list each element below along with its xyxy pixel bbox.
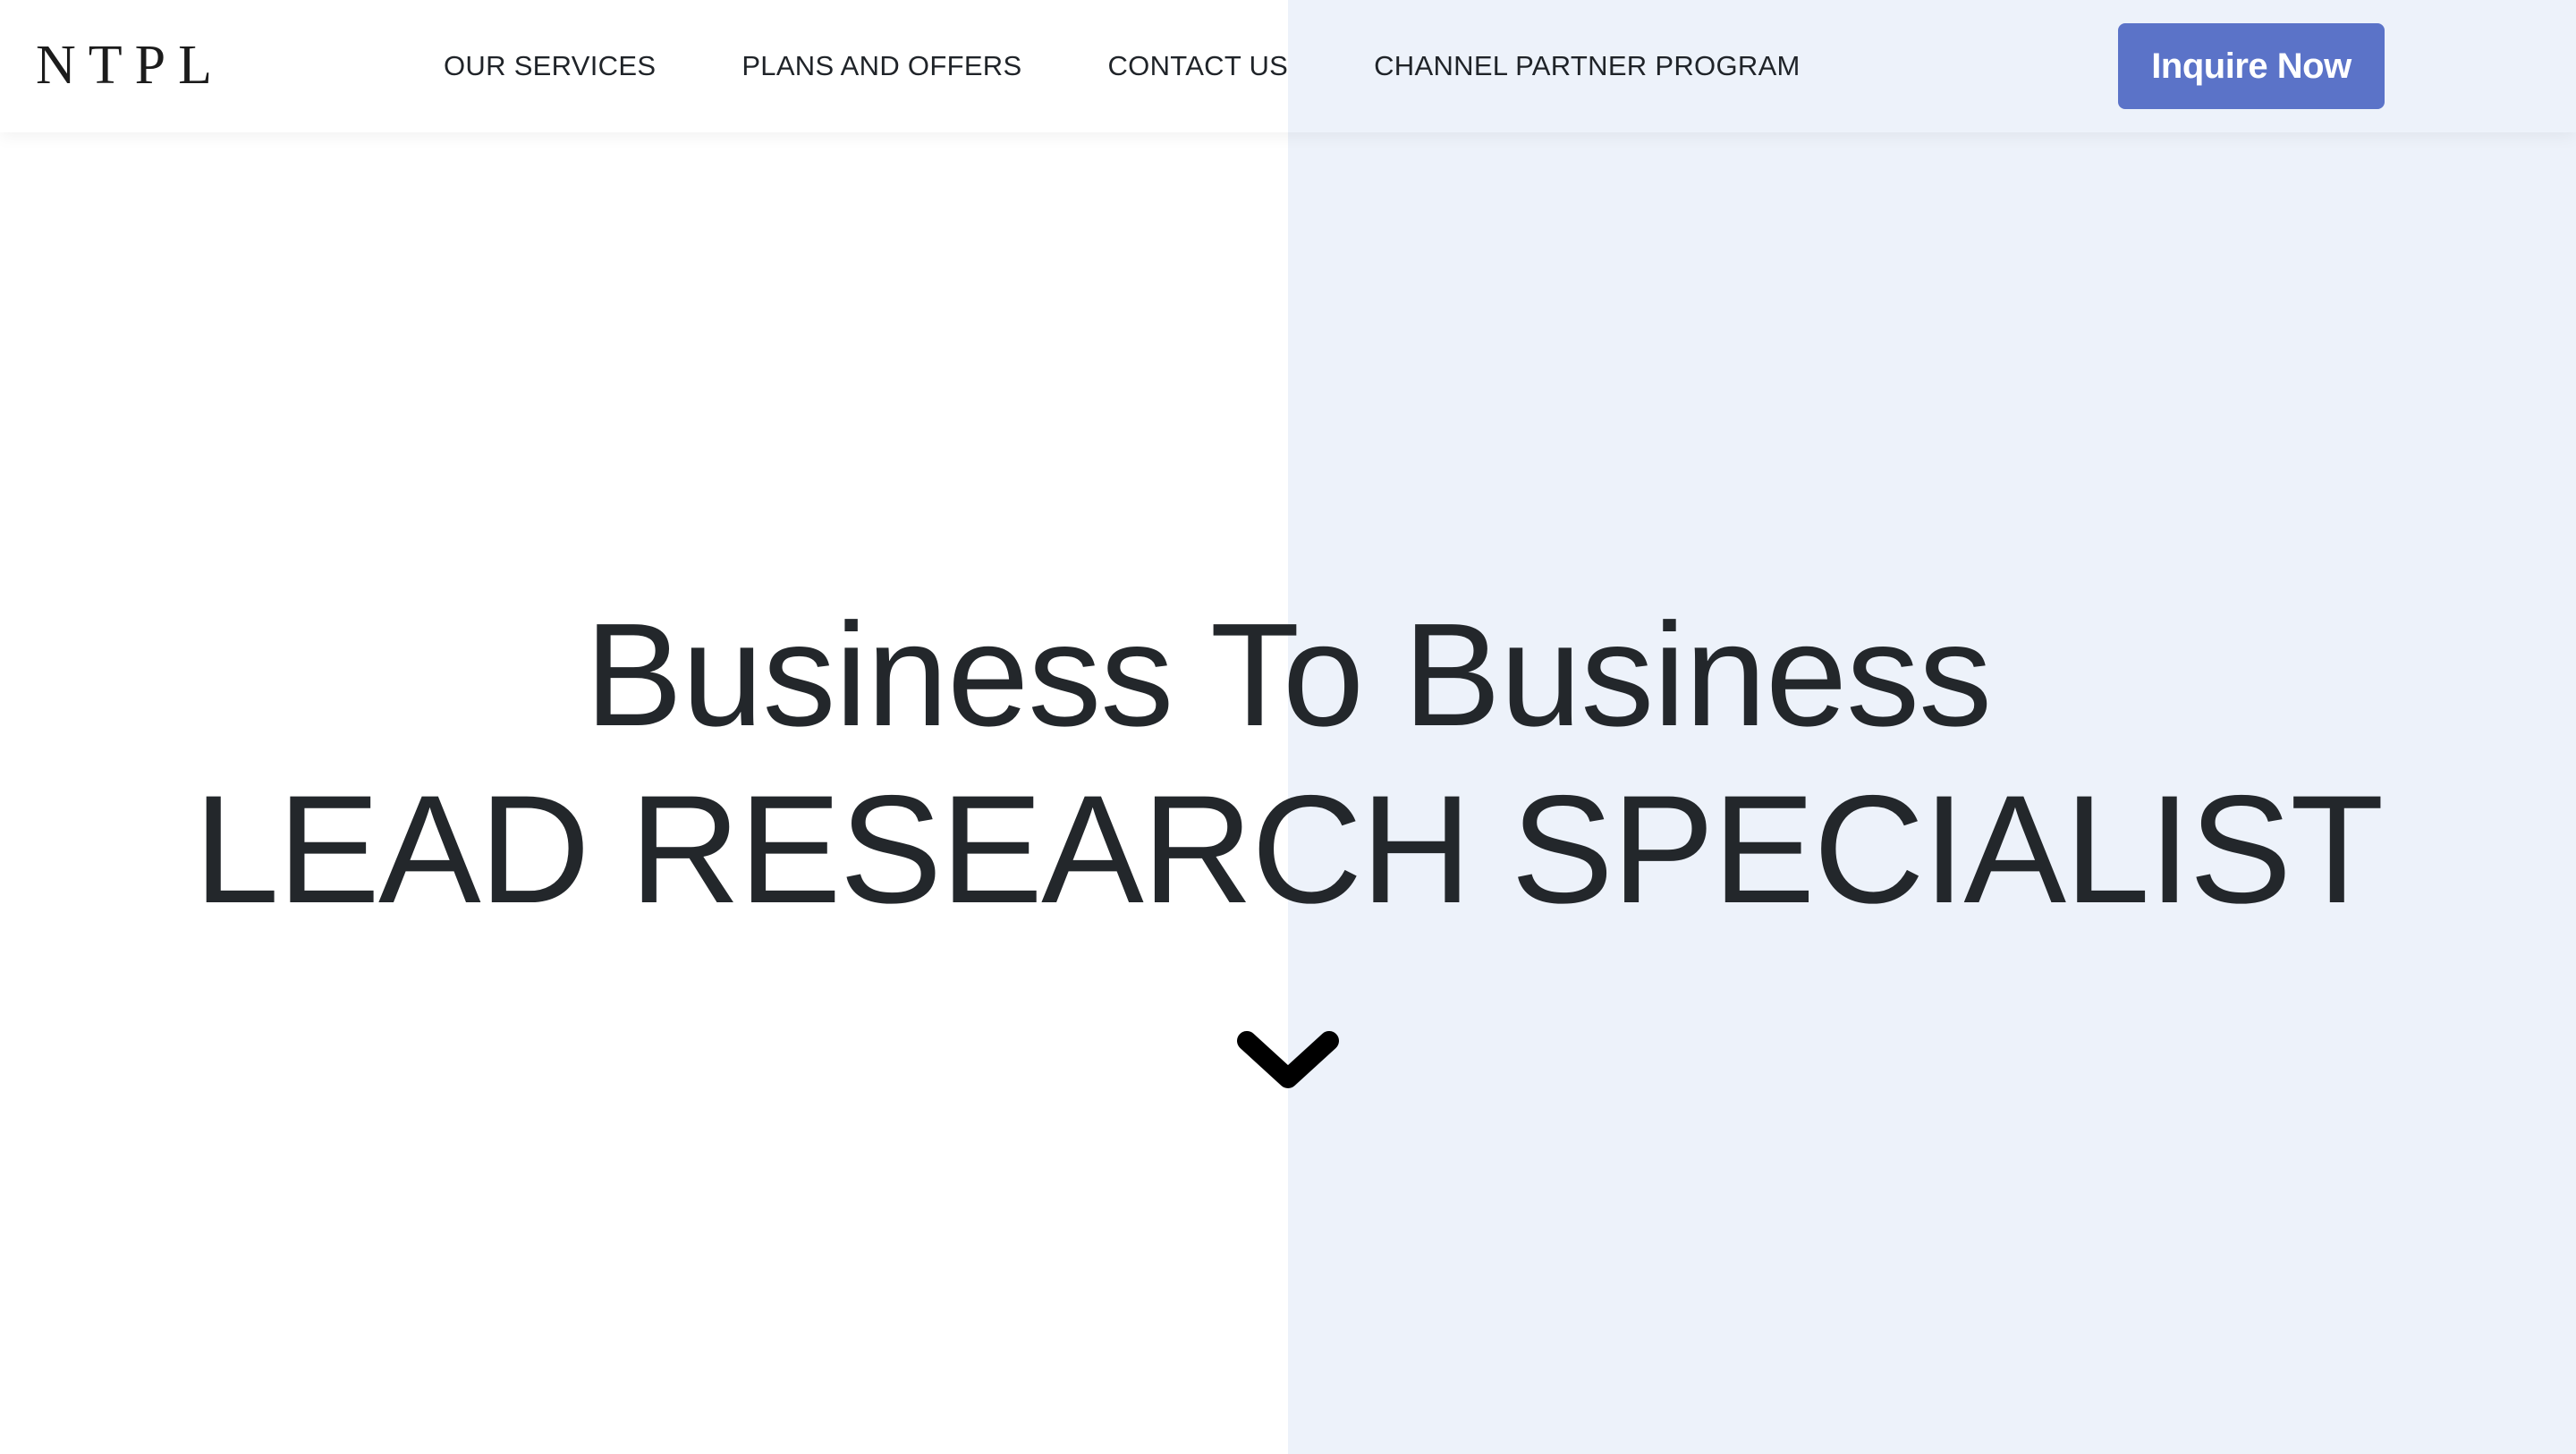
hero-title: Business To Business — [584, 593, 1992, 757]
main-nav: OUR SERVICES PLANS AND OFFERS CONTACT US… — [444, 0, 1886, 132]
nav-link-our-services[interactable]: OUR SERVICES — [444, 50, 656, 82]
logo[interactable]: NTPL — [36, 32, 225, 98]
page: NTPL OUR SERVICES PLANS AND OFFERS CONTA… — [0, 0, 2576, 1454]
chevron-down-icon-svg — [1237, 1031, 1339, 1088]
navbar: NTPL OUR SERVICES PLANS AND OFFERS CONTA… — [0, 0, 2576, 132]
hero-subtitle: LEAD RESEARCH SPECIALIST — [193, 764, 2385, 935]
hero: Business To Business LEAD RESEARCH SPECI… — [0, 590, 2576, 939]
chevron-down-icon[interactable] — [1234, 1028, 1342, 1109]
nav-link-contact-us[interactable]: CONTACT US — [1107, 50, 1288, 82]
nav-link-channel-partner-program[interactable]: CHANNEL PARTNER PROGRAM — [1374, 50, 1801, 82]
inquire-now-button[interactable]: Inquire Now — [2118, 23, 2385, 109]
nav-link-plans-and-offers[interactable]: PLANS AND OFFERS — [741, 50, 1021, 82]
